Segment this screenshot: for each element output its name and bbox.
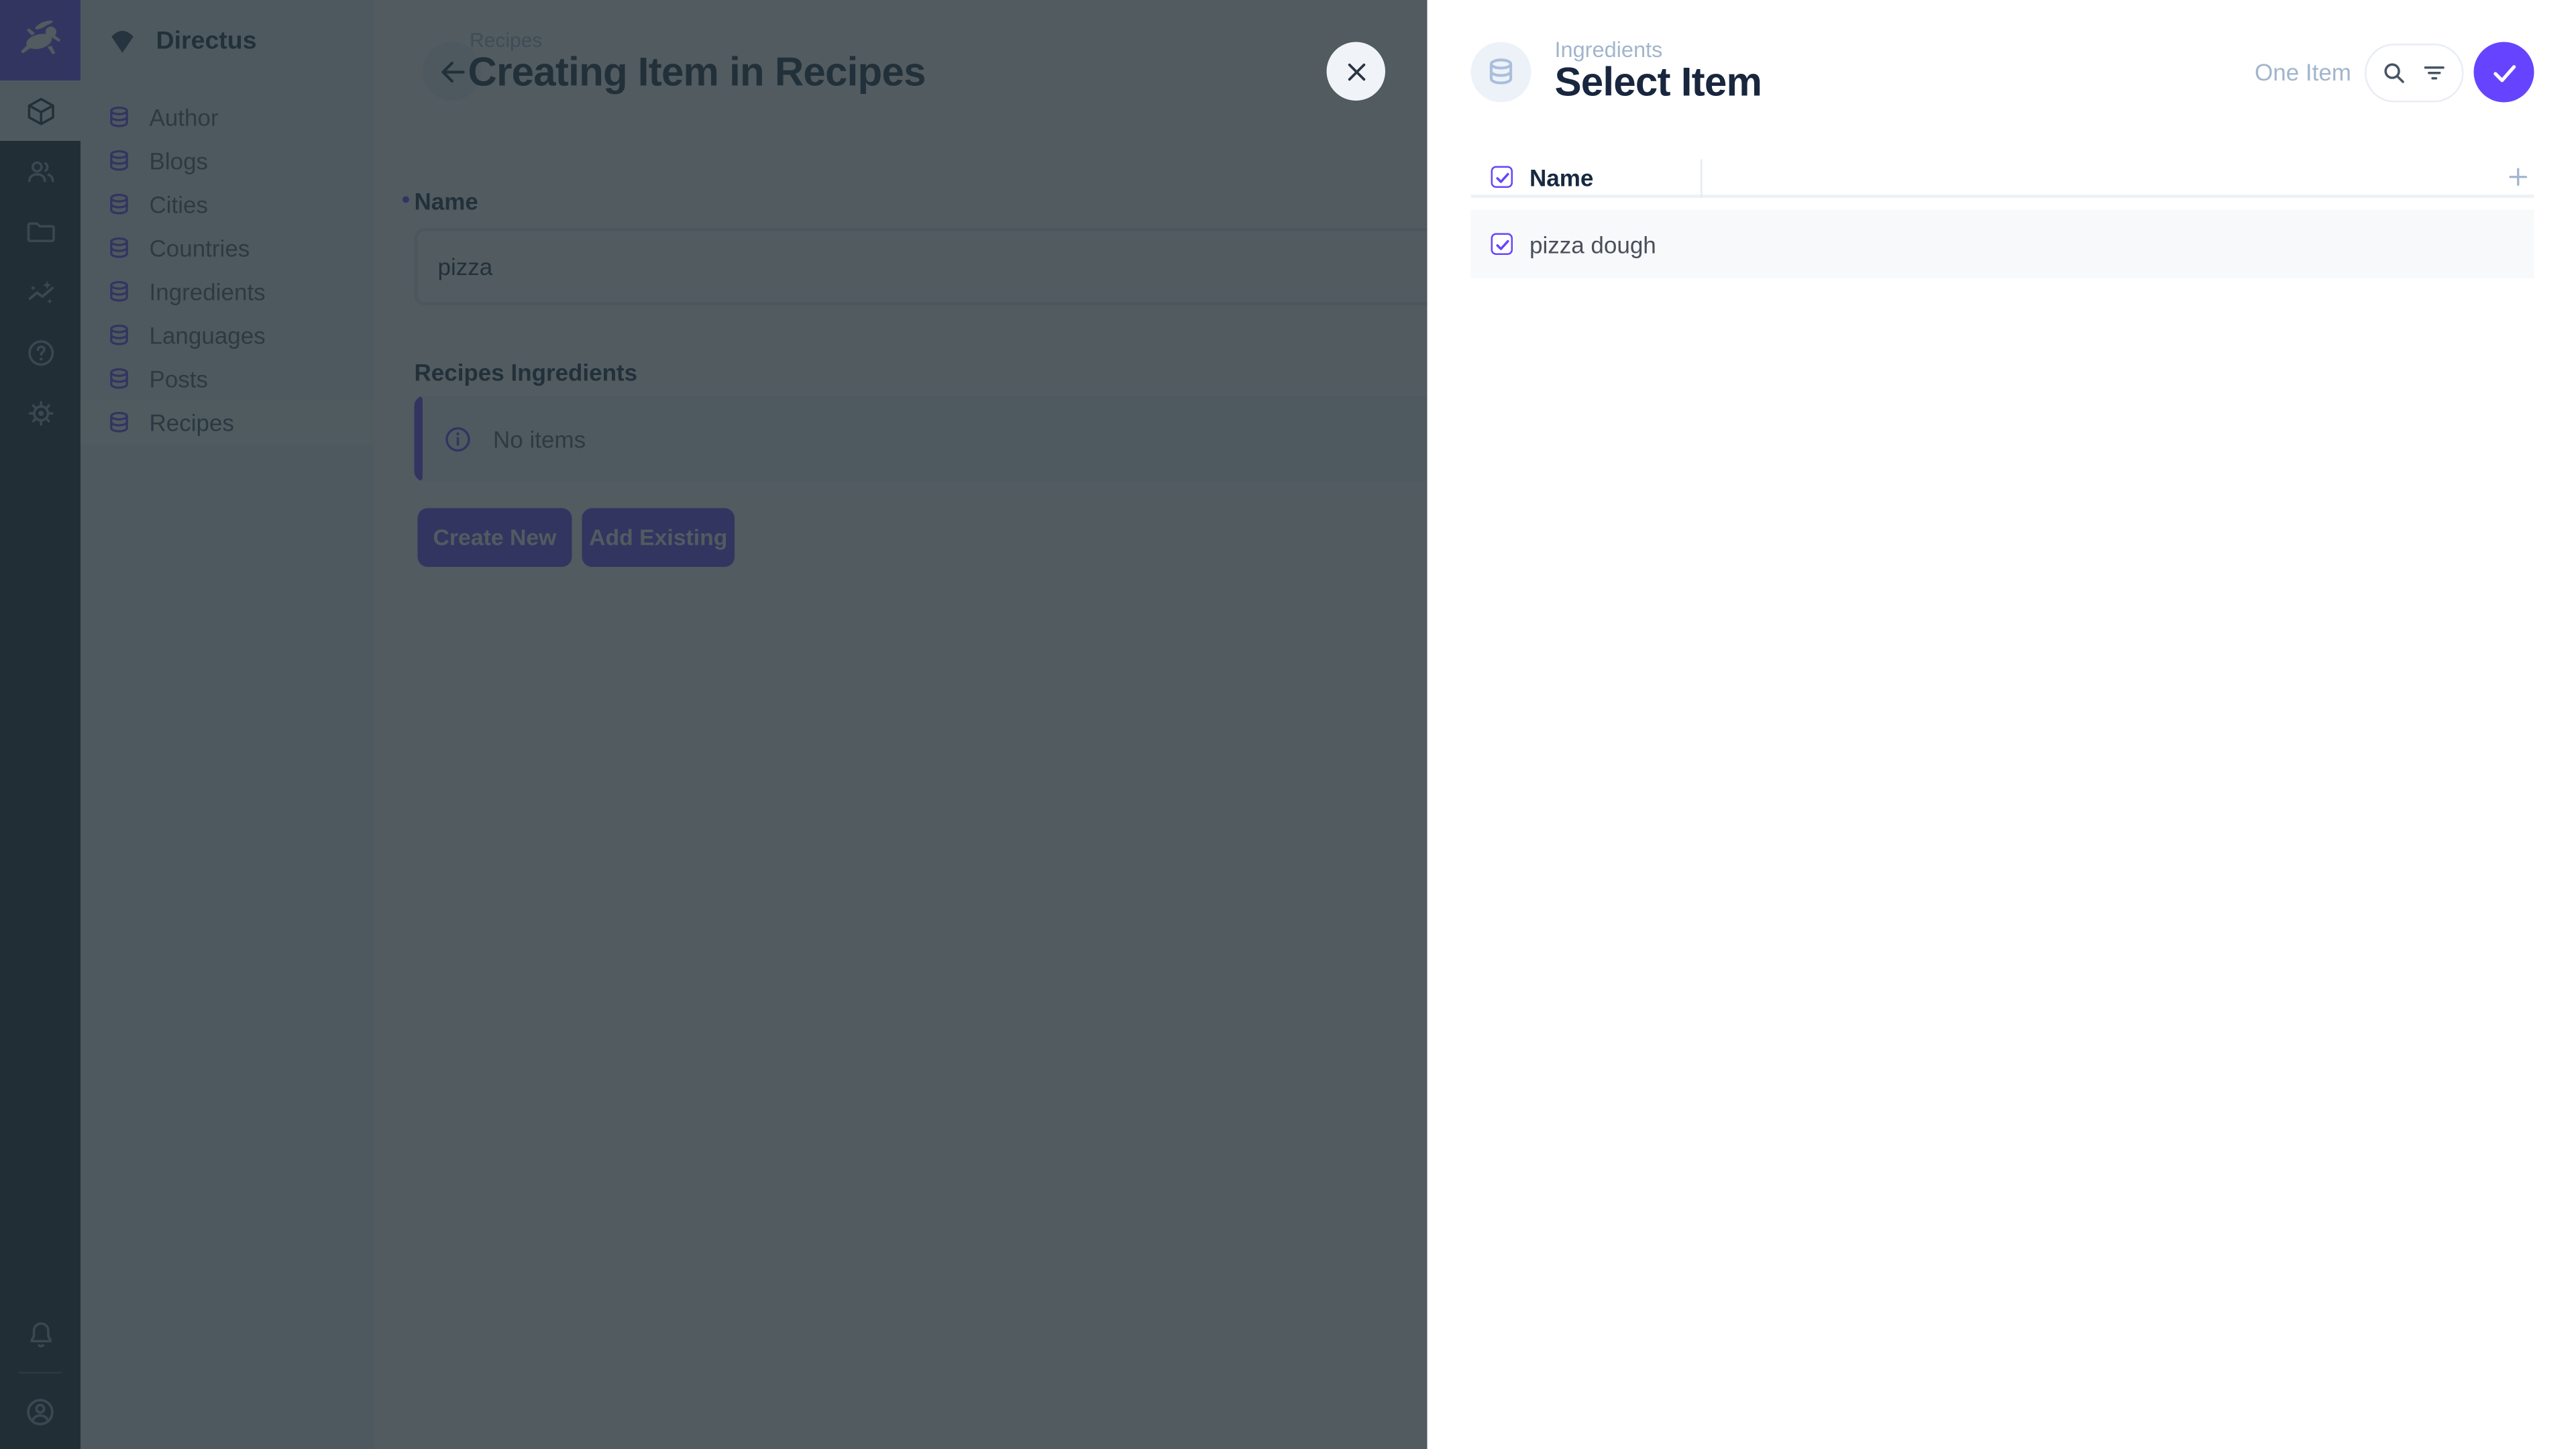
check-icon — [2488, 56, 2520, 89]
row-checkbox[interactable] — [1491, 233, 1513, 256]
table-row[interactable]: pizza dough — [1471, 210, 2534, 279]
name-column-header[interactable]: Name — [1529, 164, 1593, 191]
search-filter-pill — [2365, 43, 2464, 102]
close-icon — [1341, 56, 1371, 87]
row-name-cell: pizza dough — [1529, 231, 1656, 258]
table-header: Name — [1471, 160, 2534, 199]
column-resize-divider[interactable] — [1701, 160, 1703, 199]
drawer-header: Ingredients Select Item — [1471, 37, 1762, 106]
items-table: Name pizza dough — [1471, 160, 2534, 279]
filter-icon[interactable] — [2420, 58, 2449, 87]
database-icon — [1485, 54, 1518, 88]
select-item-drawer: Ingredients Select Item One Item Name — [1428, 0, 2576, 1449]
app-window: Directus Author Blogs Cities Countries I… — [0, 0, 2576, 1449]
drawer-title: Select Item — [1555, 62, 1762, 106]
drawer-actions: One Item — [2255, 42, 2534, 103]
close-button[interactable] — [1327, 42, 1386, 101]
drawer-collection-label: Ingredients — [1555, 37, 1762, 62]
selection-status: One Item — [2255, 59, 2351, 86]
add-column-icon[interactable] — [2506, 164, 2531, 190]
select-all-checkbox[interactable] — [1491, 166, 1513, 189]
search-icon[interactable] — [2380, 58, 2409, 87]
collection-badge — [1471, 41, 1532, 101]
confirm-selection-button[interactable] — [2474, 42, 2534, 103]
modal-overlay[interactable] — [0, 0, 1428, 1449]
